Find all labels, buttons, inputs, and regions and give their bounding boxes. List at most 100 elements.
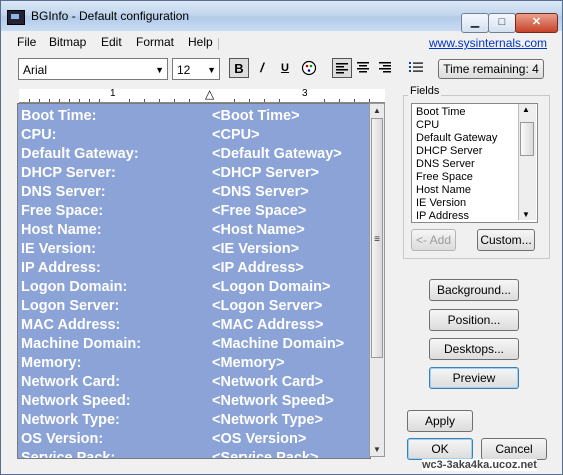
editor-row: IP Address: <IP Address> [18, 259, 370, 278]
row-label: OS Version: [21, 431, 104, 447]
row-label: Boot Time: [21, 108, 97, 124]
ruler-tick [234, 99, 235, 102]
row-value: <Host Name> [212, 222, 305, 238]
row-value: <Network Card> [212, 374, 324, 390]
field-item[interactable]: IP Address [416, 210, 469, 222]
ruler-tick [129, 99, 130, 102]
field-item[interactable]: CPU [416, 119, 439, 132]
row-value: <Service Pack> [212, 450, 319, 459]
title-bar[interactable]: BGInfo - Default configuration ▁ □ ✕ [1, 1, 562, 33]
italic-icon: / [260, 60, 264, 75]
field-item[interactable]: IE Version [416, 197, 466, 210]
position-button[interactable]: Position... [429, 309, 519, 331]
fields-scrollbar[interactable]: ▲ ▼ [518, 104, 536, 220]
time-remaining-button[interactable]: Time remaining: 4 [438, 59, 544, 79]
editor-row: Boot Time: <Boot Time> [18, 107, 370, 126]
size-select[interactable]: 12 ▼ [172, 58, 220, 80]
maximize-button[interactable]: □ [488, 13, 516, 33]
field-item[interactable]: Boot Time [416, 106, 466, 119]
app-window: BGInfo - Default configuration ▁ □ ✕ Fil… [0, 0, 563, 475]
field-item[interactable]: Host Name [416, 184, 471, 197]
menu-help[interactable]: Help [188, 35, 213, 49]
ruler-tick [354, 99, 355, 102]
ruler-tick [89, 99, 90, 102]
desktops-button[interactable]: Desktops... [429, 338, 519, 360]
ruler-tick [99, 99, 100, 102]
row-label: Logon Server: [21, 298, 120, 314]
add-field-button[interactable]: <- Add [411, 229, 456, 251]
field-item[interactable]: Default Gateway [416, 132, 497, 145]
editor-row: Default Gateway: <Default Gateway> [18, 145, 370, 164]
preview-button[interactable]: Preview [429, 367, 519, 389]
editor-row: IE Version: <IE Version> [18, 240, 370, 259]
row-label: Host Name: [21, 222, 102, 238]
row-label: Machine Domain: [21, 336, 142, 352]
editor-row: Logon Server: <Logon Server> [18, 297, 370, 316]
background-button[interactable]: Background... [429, 279, 519, 301]
cancel-button[interactable]: Cancel [481, 438, 547, 460]
window-title: BGInfo - Default configuration [31, 9, 190, 23]
info-text-editor[interactable]: Boot Time: <Boot Time> CPU: <CPU> Default … [17, 103, 371, 459]
row-label: Free Space: [21, 203, 104, 219]
menu-bar: File Bitmap Edit Format Help www.sysinte… [1, 33, 562, 53]
menu-edit[interactable]: Edit [101, 35, 122, 49]
row-value: <OS Version> [212, 431, 307, 447]
row-value: <DHCP Server> [212, 165, 319, 181]
font-color-button[interactable] [299, 58, 319, 78]
row-value: <Free Space> [212, 203, 307, 219]
row-value: <Network Type> [212, 412, 323, 428]
close-button[interactable]: ✕ [515, 13, 558, 33]
editor-row: DNS Server: <DNS Server> [18, 183, 370, 202]
app-icon [7, 10, 25, 25]
ruler: 1 △ 2 3 [19, 87, 385, 103]
field-item[interactable]: Free Space [416, 171, 473, 184]
row-label: Service Pack: [21, 450, 116, 459]
ruler-tick [369, 99, 370, 102]
size-value: 12 [177, 63, 191, 77]
scrollbar-thumb[interactable] [520, 122, 534, 156]
fields-title: Fields [408, 85, 442, 97]
scroll-down-icon[interactable]: ▼ [522, 210, 530, 219]
ruler-number: 1 [110, 88, 116, 99]
row-value: <IP Address> [212, 260, 304, 276]
ruler-tick [189, 99, 190, 102]
menu-bitmap[interactable]: Bitmap [49, 35, 86, 49]
custom-field-button[interactable]: Custom... [477, 229, 535, 251]
ruler-tick [324, 99, 325, 102]
row-label: Default Gateway: [21, 146, 139, 162]
scroll-down-icon[interactable]: ▼ [370, 445, 384, 454]
row-label: Network Card: [21, 374, 121, 390]
editor-scrollbar[interactable]: ▲ ≡ ▼ [369, 103, 385, 457]
row-label: Network Speed: [21, 393, 131, 409]
field-item[interactable]: DHCP Server [416, 145, 482, 158]
editor-row: Free Space: <Free Space> [18, 202, 370, 221]
ok-button[interactable]: OK [407, 438, 473, 460]
editor-row: DHCP Server: <DHCP Server> [18, 164, 370, 183]
scroll-up-icon[interactable]: ▲ [370, 106, 384, 115]
row-label: CPU: [21, 127, 57, 143]
underline-button[interactable]: U [275, 58, 295, 78]
bullets-button[interactable] [406, 58, 426, 78]
editor-row: MAC Address: <MAC Address> [18, 316, 370, 335]
align-right-button[interactable] [375, 58, 395, 78]
menu-file[interactable]: File [17, 35, 36, 49]
watermark-text: wc3-3aka4ka.ucoz.net [422, 459, 537, 471]
scroll-up-icon[interactable]: ▲ [522, 105, 530, 114]
align-center-button[interactable] [353, 58, 373, 78]
sysinternals-link[interactable]: www.sysinternals.com [429, 36, 547, 50]
menu-format[interactable]: Format [136, 35, 174, 49]
row-value: <Logon Domain> [212, 279, 331, 295]
align-left-button[interactable] [332, 58, 352, 78]
apply-button[interactable]: Apply [407, 410, 473, 432]
field-item[interactable]: DNS Server [416, 158, 475, 171]
italic-button[interactable]: / [252, 58, 272, 78]
editor-row: Host Name: <Host Name> [18, 221, 370, 240]
ruler-tick [264, 99, 265, 102]
ruler-tab-marker-icon[interactable]: △ [205, 87, 214, 101]
row-value: <IE Version> [212, 241, 300, 257]
font-select[interactable]: Arial ▼ [18, 58, 168, 80]
row-value: <Memory> [212, 355, 285, 371]
ruler-tick [174, 99, 175, 102]
bold-button[interactable]: B [229, 58, 249, 78]
minimize-button[interactable]: ▁ [461, 13, 489, 33]
